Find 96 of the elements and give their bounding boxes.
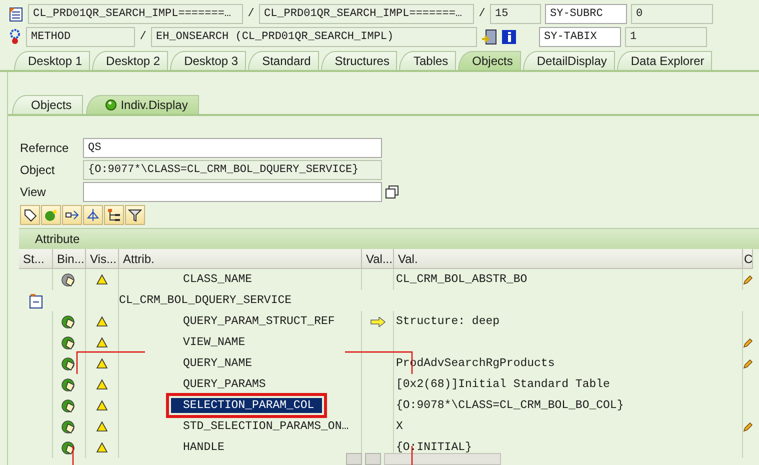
- tab[interactable]: Desktop 1: [14, 51, 90, 70]
- system-field-name[interactable]: SY-SUBRC: [545, 4, 627, 24]
- leader-line: [72, 446, 74, 465]
- attribute-name[interactable]: SELECTION_PARAM_COL: [171, 398, 322, 413]
- pencil-icon: [743, 422, 753, 432]
- column-header[interactable]: St...: [19, 249, 53, 269]
- section-header: Attribute: [19, 228, 759, 249]
- collapse-icon[interactable]: [28, 292, 44, 308]
- reference-field[interactable]: QS: [83, 138, 382, 158]
- tab[interactable]: Objects: [12, 95, 83, 114]
- attribute-value: {O:INITIAL}: [395, 441, 472, 454]
- attribute-name[interactable]: VIEW_NAME: [171, 335, 254, 350]
- tab[interactable]: Indiv.Display: [86, 95, 199, 114]
- tag-icon: [61, 314, 77, 330]
- attribute-name[interactable]: CLASS_NAME: [171, 272, 260, 287]
- column-header[interactable]: Bin...: [53, 249, 86, 269]
- event-field: EH_ONSEARCH (CL_PRD01QR_SEARCH_IMPL): [151, 27, 477, 47]
- warning-icon: [96, 358, 108, 369]
- tab[interactable]: Structures: [320, 51, 398, 70]
- field-label: View: [20, 185, 47, 199]
- class-name: CL_CRM_BOL_DQUERY_SERVICE: [119, 294, 292, 307]
- tab[interactable]: Desktop 3: [170, 51, 246, 70]
- tab[interactable]: Data Explorer: [616, 51, 712, 70]
- tag-icon: [61, 440, 77, 456]
- warning-icon: [96, 400, 108, 411]
- system-field-value: 1: [625, 27, 707, 47]
- warning-icon: [96, 379, 108, 390]
- tag-icon: [61, 398, 77, 414]
- tag-icon: [61, 376, 77, 392]
- system-field-value: 0: [631, 4, 713, 24]
- attribute-name[interactable]: QUERY_NAME: [171, 356, 260, 371]
- box-arrow-icon: [65, 208, 79, 222]
- scrollbar[interactable]: [384, 453, 501, 465]
- attribute-name[interactable]: QUERY_PARAM_STRUCT_REF: [171, 314, 343, 329]
- leader-line: [76, 351, 146, 374]
- attribute-value: Structure: deep: [395, 315, 500, 328]
- separator-text: /: [139, 31, 147, 43]
- event-type-field: METHOD: [26, 27, 135, 47]
- warning-icon: [96, 421, 108, 432]
- filter-icon: [128, 208, 142, 222]
- info-icon[interactable]: [501, 29, 517, 45]
- warning-icon: [96, 442, 108, 453]
- hierarchy-icon: [107, 208, 121, 222]
- column-header[interactable]: Vis...: [86, 249, 119, 269]
- separator-text: /: [247, 8, 255, 20]
- tag-button[interactable]: [20, 205, 40, 225]
- tab-label: Indiv.Display: [120, 98, 188, 112]
- tab[interactable]: DetailDisplay: [522, 51, 615, 70]
- field-label: Refernce: [20, 141, 70, 155]
- warning-icon: [96, 274, 108, 285]
- tab[interactable]: Objects: [458, 51, 521, 70]
- leader-line: [411, 446, 413, 465]
- document-icon: [8, 6, 24, 22]
- line-field: 15: [490, 4, 541, 24]
- copy-icon[interactable]: [385, 185, 399, 199]
- tag-icon: [61, 356, 77, 372]
- program-field: CL_PRD01QR_SEARCH_IMPL=======…: [28, 4, 243, 24]
- tag-icon: [61, 334, 77, 350]
- attribute-value: CL_CRM_BOL_ABSTR_BO: [395, 273, 528, 286]
- warning-icon: [96, 316, 108, 327]
- column-header[interactable]: Val.: [394, 249, 743, 269]
- tab[interactable]: Tables: [399, 51, 456, 70]
- pencil-icon: [743, 274, 753, 284]
- field-label: Object: [20, 163, 56, 177]
- branch-button[interactable]: [62, 205, 82, 225]
- tag-icon: [61, 272, 77, 288]
- separator-text: /: [478, 8, 486, 20]
- tab[interactable]: Desktop 2: [92, 51, 168, 70]
- attribute-value: {O:9078*\CLASS=CL_CRM_BOL_BO_COL}: [395, 399, 624, 412]
- gear-icon: [8, 29, 22, 45]
- tab-label: Objects: [31, 98, 72, 112]
- exit-icon[interactable]: [481, 29, 497, 45]
- object-field: {O:9077*\CLASS=CL_CRM_BOL_DQUERY_SERVICE}: [83, 160, 382, 180]
- system-field-name[interactable]: SY-TABIX: [539, 27, 621, 47]
- warning-icon: [96, 337, 108, 348]
- include-field: CL_PRD01QR_SEARCH_IMPL=======…: [259, 4, 474, 24]
- triangle-icon: [86, 208, 100, 222]
- status-icon: [104, 99, 117, 111]
- tab[interactable]: Standard: [248, 51, 319, 70]
- hierarchy-button[interactable]: [104, 205, 124, 225]
- attribute-name[interactable]: QUERY_PARAMS: [171, 377, 274, 392]
- arrow-icon[interactable]: [370, 316, 386, 326]
- column-header[interactable]: Attrib.: [119, 249, 362, 269]
- attribute-name[interactable]: HANDLE: [171, 440, 232, 455]
- attribute-name[interactable]: STD_SELECTION_PARAMS_ON…: [171, 419, 357, 434]
- filter-button[interactable]: [125, 205, 145, 225]
- pencil-icon: [743, 358, 753, 368]
- view-field[interactable]: [83, 182, 382, 202]
- tag-icon: [61, 418, 77, 434]
- attribute-value: [0x2(68)]Initial Standard Table: [395, 378, 610, 391]
- attribute-value: X: [395, 420, 403, 433]
- column-header[interactable]: C: [743, 249, 753, 269]
- pencil-icon: [743, 338, 753, 348]
- column-header[interactable]: Val...: [362, 249, 394, 269]
- tag-icon: [23, 208, 37, 222]
- triangle-button[interactable]: [83, 205, 103, 225]
